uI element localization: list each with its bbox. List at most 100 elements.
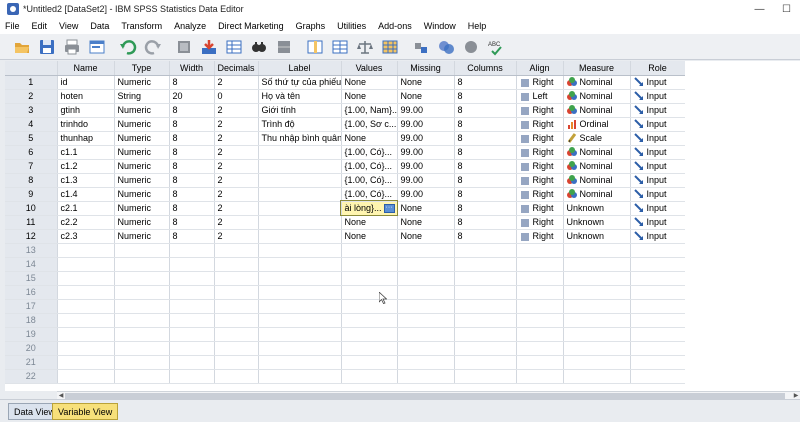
row-number[interactable]: 7: [5, 159, 58, 174]
menu-direct-marketing[interactable]: Direct Marketing: [218, 21, 284, 31]
cell-empty[interactable]: [341, 341, 398, 356]
cell-missing[interactable]: None: [397, 75, 455, 90]
cell-label[interactable]: [258, 187, 342, 202]
cell-width[interactable]: 8: [169, 75, 215, 90]
cell-empty[interactable]: [341, 313, 398, 328]
cell-measure[interactable]: Scale: [563, 131, 631, 146]
menu-data[interactable]: Data: [90, 21, 109, 31]
row-number[interactable]: 10: [5, 201, 58, 216]
cell-align[interactable]: Right: [516, 117, 564, 132]
menu-file[interactable]: File: [5, 21, 20, 31]
cell-empty[interactable]: [169, 341, 215, 356]
cell-name[interactable]: c2.1: [57, 201, 115, 216]
cell-values[interactable]: {1.00, Có}...: [341, 187, 398, 202]
cell-measure[interactable]: Nominal: [563, 89, 631, 104]
cell-role[interactable]: Input: [630, 145, 686, 160]
cell-empty[interactable]: [169, 271, 215, 286]
cell-empty[interactable]: [397, 327, 455, 342]
cell-empty[interactable]: [454, 243, 517, 258]
menu-window[interactable]: Window: [424, 21, 456, 31]
row-number[interactable]: 21: [5, 355, 58, 370]
cell-values[interactable]: None: [341, 229, 398, 244]
cell-empty[interactable]: [169, 327, 215, 342]
cell-decimals[interactable]: 2: [214, 173, 259, 188]
cell-empty[interactable]: [258, 243, 342, 258]
cell-columns[interactable]: 8: [454, 187, 517, 202]
cell-empty[interactable]: [516, 341, 564, 356]
cell-empty[interactable]: [454, 271, 517, 286]
value-labels-ellipsis-button[interactable]: ···: [383, 204, 395, 214]
cell-empty[interactable]: [397, 285, 455, 300]
row-number[interactable]: 19: [5, 327, 58, 342]
cell-label[interactable]: [258, 173, 342, 188]
cell-values[interactable]: None: [341, 89, 398, 104]
cell-width[interactable]: 8: [169, 173, 215, 188]
cell-empty[interactable]: [57, 271, 115, 286]
cell-label[interactable]: Giới tính: [258, 103, 342, 118]
row-number[interactable]: 14: [5, 257, 58, 272]
cell-empty[interactable]: [258, 313, 342, 328]
cell-columns[interactable]: 8: [454, 103, 517, 118]
cell-empty[interactable]: [214, 299, 259, 314]
cell-empty[interactable]: [516, 313, 564, 328]
cell-label[interactable]: [258, 229, 342, 244]
cell-role[interactable]: Input: [630, 173, 686, 188]
cell-empty[interactable]: [341, 257, 398, 272]
cell-type[interactable]: Numeric: [114, 215, 170, 230]
cell-empty[interactable]: [114, 355, 170, 370]
cell-values[interactable]: {1.00, Có}...: [341, 173, 398, 188]
cell-empty[interactable]: [214, 313, 259, 328]
cell-columns[interactable]: 8: [454, 229, 517, 244]
cell-empty[interactable]: [341, 285, 398, 300]
insert-variable-button[interactable]: [304, 36, 326, 58]
cell-empty[interactable]: [563, 243, 631, 258]
cell-decimals[interactable]: 2: [214, 103, 259, 118]
cell-name[interactable]: hoten: [57, 89, 115, 104]
cell-values[interactable]: {1.00, Có}...: [341, 145, 398, 160]
cell-empty[interactable]: [57, 257, 115, 272]
cell-empty[interactable]: [397, 341, 455, 356]
cell-missing[interactable]: None: [397, 201, 455, 216]
cell-label[interactable]: [258, 159, 342, 174]
cell-empty[interactable]: [397, 243, 455, 258]
tab-variable-view[interactable]: Variable View: [52, 403, 119, 420]
row-number[interactable]: 12: [5, 229, 58, 244]
cell-empty[interactable]: [630, 285, 686, 300]
cell-empty[interactable]: [630, 341, 686, 356]
column-header-label[interactable]: Label: [258, 61, 342, 76]
cell-width[interactable]: 20: [169, 89, 215, 104]
column-header-role[interactable]: Role: [630, 61, 686, 76]
cell-values[interactable]: None: [341, 215, 398, 230]
cell-empty[interactable]: [630, 299, 686, 314]
cell-decimals[interactable]: 2: [214, 159, 259, 174]
cell-role[interactable]: Input: [630, 187, 686, 202]
cell-columns[interactable]: 8: [454, 145, 517, 160]
menu-analyze[interactable]: Analyze: [174, 21, 206, 31]
cell-empty[interactable]: [258, 341, 342, 356]
undo-button[interactable]: [117, 36, 139, 58]
cell-width[interactable]: 8: [169, 187, 215, 202]
cell-columns[interactable]: 8: [454, 131, 517, 146]
cell-empty[interactable]: [57, 285, 115, 300]
cell-empty[interactable]: [397, 299, 455, 314]
cell-name[interactable]: c1.1: [57, 145, 115, 160]
cell-empty[interactable]: [258, 355, 342, 370]
cell-role[interactable]: Input: [630, 131, 686, 146]
cell-type[interactable]: Numeric: [114, 131, 170, 146]
cell-missing[interactable]: 99.00: [397, 187, 455, 202]
cell-name[interactable]: gtinh: [57, 103, 115, 118]
cell-empty[interactable]: [516, 369, 564, 384]
cell-empty[interactable]: [630, 369, 686, 384]
column-header-values[interactable]: Values: [341, 61, 398, 76]
cell-empty[interactable]: [454, 327, 517, 342]
cell-name[interactable]: c2.3: [57, 229, 115, 244]
cell-align[interactable]: Right: [516, 201, 564, 216]
cell-empty[interactable]: [169, 243, 215, 258]
cell-empty[interactable]: [169, 355, 215, 370]
variables-button[interactable]: [223, 36, 245, 58]
cell-missing[interactable]: None: [397, 215, 455, 230]
cell-measure[interactable]: Unknown: [563, 229, 631, 244]
cell-empty[interactable]: [454, 257, 517, 272]
column-header-missing[interactable]: Missing: [397, 61, 455, 76]
cell-type[interactable]: Numeric: [114, 75, 170, 90]
